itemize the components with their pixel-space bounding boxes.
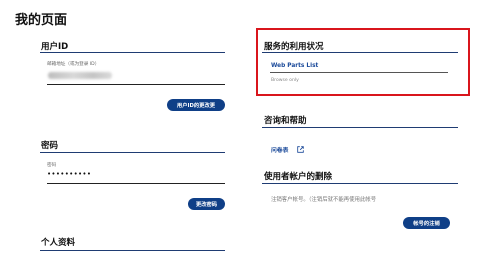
web-parts-list-link[interactable]: Web Parts List bbox=[271, 63, 318, 69]
page-title: 我的页面 bbox=[15, 13, 68, 28]
change-user-id-button[interactable]: 用户ID的更改更 bbox=[167, 99, 225, 111]
delete-account-button[interactable]: 帐号的注销 bbox=[403, 217, 450, 229]
section-divider bbox=[262, 127, 458, 129]
section-divider bbox=[40, 52, 225, 54]
contact-help-section-title: 咨询和帮助 bbox=[264, 116, 307, 126]
section-divider bbox=[262, 183, 458, 185]
password-section-title: 密码 bbox=[41, 141, 59, 151]
service-usage-section-title: 服务的利用状况 bbox=[264, 42, 324, 52]
section-divider bbox=[262, 52, 458, 54]
section-divider bbox=[40, 152, 225, 154]
password-field-label: 密码 bbox=[47, 163, 57, 168]
highlight-box bbox=[256, 28, 470, 96]
email-field-underline bbox=[47, 84, 225, 85]
link-underline bbox=[270, 72, 448, 73]
personal-info-section-title: 个人资料 bbox=[41, 238, 76, 248]
change-password-button[interactable]: 更改密码 bbox=[188, 198, 225, 210]
email-field-value-blurred bbox=[48, 72, 112, 79]
external-link-icon bbox=[296, 138, 304, 157]
access-level-text: Browse only bbox=[271, 78, 299, 83]
account-deletion-section-title: 使用者帐户的删除 bbox=[264, 172, 333, 182]
questionnaire-link[interactable]: 问卷表 bbox=[271, 148, 288, 154]
password-field-underline bbox=[47, 183, 225, 184]
questionnaire-link-row[interactable]: 问卷表 bbox=[271, 137, 304, 157]
account-deletion-description: 注销客户帐号。（注销后就不能再使用此帐号 bbox=[271, 197, 377, 203]
user-id-section-title: 用户ID bbox=[41, 42, 69, 52]
password-field-value: •••••••••• bbox=[47, 170, 92, 178]
section-divider bbox=[40, 250, 225, 252]
email-field-label: 邮箱地址（或为登录 ID） bbox=[47, 62, 100, 67]
